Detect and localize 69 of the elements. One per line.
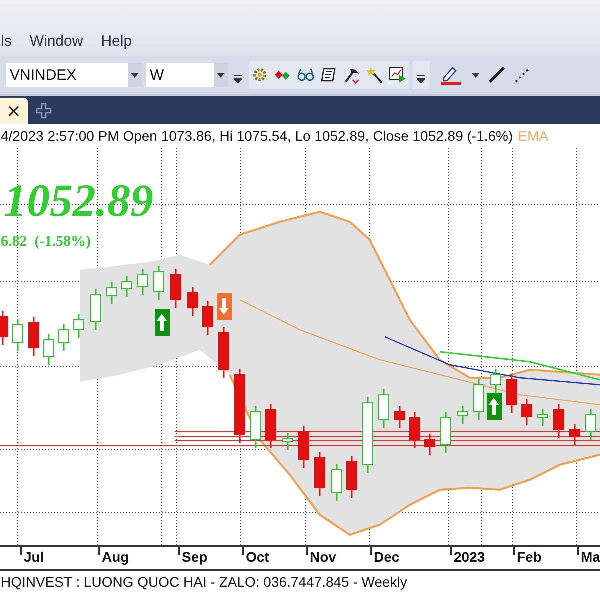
axis-label: Jul [24, 549, 44, 565]
gear-icon[interactable] [251, 66, 269, 84]
indicator-label: EMA [518, 128, 548, 144]
candlestick [314, 452, 326, 496]
caret-icon[interactable] [472, 72, 480, 78]
candlestick [266, 404, 276, 448]
candlestick [506, 374, 518, 413]
candlestick [346, 456, 358, 498]
candlestick [424, 434, 436, 455]
axis-label: Feb [517, 549, 542, 565]
glasses-icon[interactable] [297, 66, 315, 84]
candlestick [138, 269, 148, 295]
axis-label: Dec [374, 549, 400, 565]
scroll-icon[interactable] [320, 66, 338, 84]
overflow-icon[interactable] [234, 74, 242, 84]
candlestick [0, 311, 8, 345]
overflow-icon[interactable] [417, 74, 425, 84]
quote-line: 4/2023 2:57:00 PM Open 1073.86, Hi 1075.54, Lo 1052.89, Close 1052.89 (-1.6%) [1, 128, 514, 144]
candlestick [586, 409, 596, 440]
symbol-dropdown[interactable]: VNINDEX [6, 63, 142, 87]
candlestick [298, 426, 310, 468]
candlestick [554, 404, 564, 438]
axis-label: Sep [182, 549, 208, 565]
candlestick [106, 282, 118, 304]
axis-label: Oct [246, 549, 270, 565]
candlestick [218, 327, 230, 378]
candlestick [170, 269, 182, 308]
candlestick [122, 276, 132, 297]
wand-icon[interactable] [366, 66, 384, 84]
candlestick [394, 406, 406, 428]
candlestick [570, 424, 580, 445]
last-price: 1052.89 [3, 178, 154, 224]
caret-icon[interactable] [131, 72, 139, 78]
menu-item[interactable]: ls [1, 33, 12, 50]
candlestick [154, 266, 164, 300]
candlestick [378, 389, 390, 428]
menu-item[interactable]: Window [30, 33, 84, 50]
close-tab-button[interactable]: × [0, 98, 28, 124]
candlestick [58, 324, 70, 351]
candlestick [440, 412, 452, 453]
candlestick [282, 433, 294, 450]
line-tool-icon[interactable] [488, 66, 506, 84]
axis-label: 2023 [454, 549, 486, 565]
axis-label: Aug [102, 549, 130, 565]
pen-icon[interactable] [440, 65, 464, 85]
candlestick [90, 289, 102, 330]
caret-icon[interactable] [217, 72, 225, 78]
candlestick [188, 287, 198, 316]
candlestick [12, 319, 24, 351]
chart-footer: HQINVEST : LUONG QUOC HAI - ZALO: 036.7447.845 - Weekly [0, 571, 600, 590]
candlestick [522, 399, 532, 425]
candlestick [74, 314, 84, 338]
candlestick [332, 464, 342, 501]
menu-item[interactable]: Help [101, 33, 132, 50]
candlestick [44, 334, 54, 365]
candlestick [474, 379, 484, 420]
hammer-icon[interactable] [343, 66, 361, 84]
candlestick [538, 409, 548, 426]
candlestick [458, 406, 468, 424]
candlestick [410, 412, 420, 448]
interval-dropdown[interactable]: W [146, 63, 228, 87]
new-tab-icon[interactable] [36, 103, 52, 119]
candlestick [250, 406, 262, 448]
candlestick [28, 317, 40, 356]
chart-play-icon[interactable] [389, 66, 407, 84]
candlestick [202, 301, 214, 335]
candlestick [490, 369, 502, 393]
price-change: 6.82 (-1.58%) [1, 234, 91, 251]
axis-label: Nov [310, 549, 336, 565]
